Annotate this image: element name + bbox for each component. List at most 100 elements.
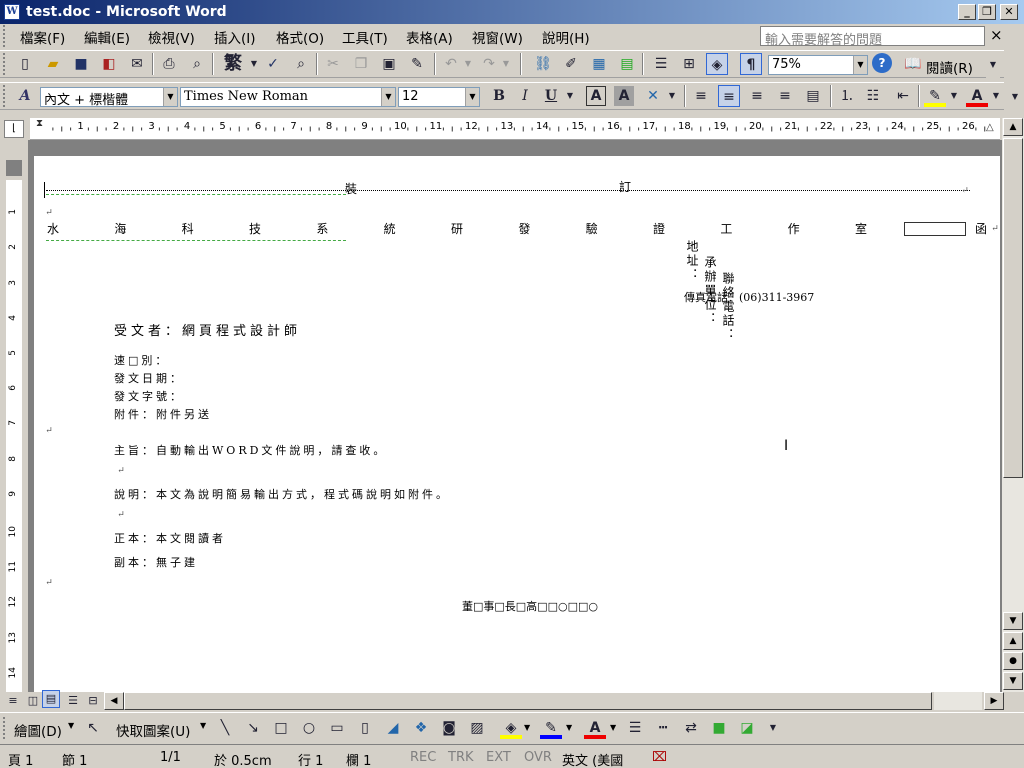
insert-table-icon[interactable]: ▦ [588, 53, 610, 75]
text-box-tool-icon[interactable]: ▭ [326, 717, 348, 739]
line-color-icon[interactable]: ✎ [540, 717, 562, 739]
menu-view[interactable]: 檢視(V) [148, 27, 195, 47]
style-dropdown-icon[interactable]: ▼ [163, 88, 177, 106]
word-app-icon[interactable]: W [4, 4, 20, 20]
font-color-button[interactable]: A [966, 85, 988, 107]
spelling-status-icon[interactable]: ⌧ [652, 750, 667, 765]
minimize-button[interactable]: _ [958, 4, 976, 20]
horizontal-ruler[interactable]: 1 2 3 4 5 6 7 8 9 10 11 12 13 14 15 16 17 18 19 20 21 22 23 24 2… [30, 118, 1000, 140]
asian-layout-icon[interactable]: ✕ [642, 85, 664, 107]
numbering-icon[interactable]: ⒈ [836, 85, 858, 107]
next-page-icon[interactable]: ▼ [1003, 672, 1023, 690]
format-toolbar-options-icon[interactable]: ▼ [1008, 86, 1022, 114]
status-trk[interactable]: TRK [448, 750, 474, 765]
dash-style-icon[interactable]: ┅ [652, 717, 674, 739]
print-icon[interactable]: ⎙ [158, 53, 180, 75]
chinese-convert-button[interactable]: 繁 [218, 53, 248, 75]
tab-selector-icon[interactable]: ⌊ [4, 120, 24, 138]
show-hide-marks-icon[interactable]: ¶ [740, 53, 762, 75]
reading-layout-icon[interactable]: 📖 [904, 53, 922, 75]
previous-page-icon[interactable]: ▲ [1003, 632, 1023, 650]
bold-button[interactable]: B [488, 85, 510, 107]
open-folder-icon[interactable]: ▰ [42, 53, 64, 75]
scroll-thumb[interactable] [1003, 138, 1023, 478]
character-border-button[interactable]: A [586, 86, 606, 106]
undo-icon[interactable]: ↶ [440, 53, 462, 75]
scroll-down-icon[interactable]: ▼ [1003, 612, 1023, 630]
restore-button[interactable]: ❐ [978, 4, 996, 20]
italic-button[interactable]: I [514, 85, 536, 107]
character-shading-button[interactable]: A [614, 86, 634, 106]
line-style-icon[interactable]: ☰ [624, 717, 646, 739]
justify-icon[interactable]: ≡ [690, 85, 712, 107]
highlight-icon[interactable]: ✎ [924, 85, 946, 107]
paste-icon[interactable]: ▣ [378, 53, 400, 75]
scroll-up-icon[interactable]: ▲ [1003, 118, 1023, 136]
research-icon[interactable]: ⌕ [290, 53, 312, 75]
horizontal-scroll-track[interactable] [934, 692, 982, 710]
arrow-tool-icon[interactable]: ↘ [242, 717, 264, 739]
rectangle-tool-icon[interactable]: □ [270, 717, 292, 739]
style-select[interactable]: 內文 + 標楷體 [40, 87, 178, 107]
font-size-dropdown-icon[interactable]: ▼ [465, 88, 479, 106]
menu-file[interactable]: 檔案(F) [20, 27, 65, 47]
document-area[interactable]: 裝 訂 ↵ ↵ 水海科技系統研發驗證工作室 函 ↵ 地址： 承辦單位： 聯絡電話… [28, 140, 1002, 692]
new-document-icon[interactable]: ▯ [14, 53, 36, 75]
drawing-toggle-icon[interactable]: ⊞ [678, 53, 700, 75]
vertical-text-box-icon[interactable]: ▯ [354, 717, 376, 739]
help-question-input[interactable]: 輸入需要解答的問題 [760, 26, 985, 48]
distributed-icon[interactable]: ▤ [802, 85, 824, 107]
hyperlink-icon[interactable]: ⛓ [532, 53, 554, 75]
web-layout-icon[interactable]: ◫ [22, 690, 44, 712]
formatting-toolbar-grip[interactable] [3, 85, 7, 107]
reading-view-icon[interactable]: ⊟ [82, 690, 104, 712]
document-map-icon[interactable]: ◈ [706, 53, 728, 75]
format-painter-icon[interactable]: ✎ [406, 53, 428, 75]
normal-view-icon[interactable]: ≡ [2, 690, 24, 712]
menu-grip[interactable] [3, 25, 7, 47]
title-bar[interactable]: W test.doc - Microsoft Word _ ❐ ✕ [0, 0, 1024, 24]
email-icon[interactable]: ✉ [126, 53, 148, 75]
draw-menu-button[interactable]: 繪圖(D) [14, 720, 62, 740]
select-objects-icon[interactable]: ↖ [82, 717, 104, 739]
fill-color-dropdown-icon[interactable]: ▼ [524, 723, 530, 732]
autoshapes-button[interactable]: 快取圖案(U) [116, 720, 190, 740]
copy-icon[interactable]: ❐ [350, 53, 372, 75]
print-layout-icon[interactable]: ▤ [42, 690, 60, 708]
align-center-icon[interactable]: ≡ [746, 85, 768, 107]
drawing-toolbar-options-icon[interactable]: ▼ [766, 717, 780, 739]
menu-window[interactable]: 視窗(W) [472, 27, 523, 47]
draw-font-color-dropdown-icon[interactable]: ▼ [610, 723, 616, 732]
shadow-style-icon[interactable]: ■ [708, 717, 730, 739]
bullets-icon[interactable]: ☷ [862, 85, 884, 107]
menu-table[interactable]: 表格(A) [406, 27, 453, 47]
undo-dropdown-icon[interactable]: ▼ [462, 53, 474, 75]
drawing-toolbar-grip[interactable] [3, 717, 7, 739]
font-select[interactable]: Times New Roman [180, 87, 396, 107]
help-icon[interactable]: ? [872, 53, 892, 73]
horizontal-scroll-thumb[interactable] [124, 692, 932, 710]
redo-icon[interactable]: ↷ [478, 53, 500, 75]
vertical-scrollbar[interactable]: ▲ ▼ ▲ ● ▼ [1002, 118, 1024, 692]
print-preview-icon[interactable]: ⌕ [186, 53, 208, 75]
select-browse-object-icon[interactable]: ● [1003, 652, 1023, 670]
close-button[interactable]: ✕ [1000, 4, 1018, 20]
columns-icon[interactable]: ☰ [650, 53, 672, 75]
spelling-check-icon[interactable]: ✓ [262, 53, 284, 75]
vertical-ruler[interactable]: 1 2 3 4 5 6 7 8 9 10 11 12 13 14 [0, 140, 26, 700]
decrease-indent-icon[interactable]: ⇤ [892, 85, 914, 107]
zoom-dropdown-icon[interactable]: ▼ [853, 56, 867, 74]
close-document-button[interactable]: × [990, 26, 1003, 44]
header-text-box[interactable] [904, 222, 966, 236]
wordart-icon[interactable]: ◢ [382, 717, 404, 739]
outline-view-icon[interactable]: ☰ [62, 690, 84, 712]
document-page[interactable]: 裝 訂 ↵ ↵ 水海科技系統研發驗證工作室 函 ↵ 地址： 承辦單位： 聯絡電話… [34, 156, 1000, 692]
line-tool-icon[interactable]: ╲ [214, 717, 236, 739]
status-ext[interactable]: EXT [486, 750, 511, 765]
3d-style-icon[interactable]: ◪ [736, 717, 758, 739]
oval-tool-icon[interactable]: ○ [298, 717, 320, 739]
autoshapes-dropdown-icon[interactable]: ▼ [200, 721, 206, 730]
asian-layout-dropdown-icon[interactable]: ▼ [666, 85, 678, 107]
align-right-icon[interactable]: ≡ [774, 85, 796, 107]
indent-marker-icon[interactable]: ⧗ [36, 118, 46, 140]
